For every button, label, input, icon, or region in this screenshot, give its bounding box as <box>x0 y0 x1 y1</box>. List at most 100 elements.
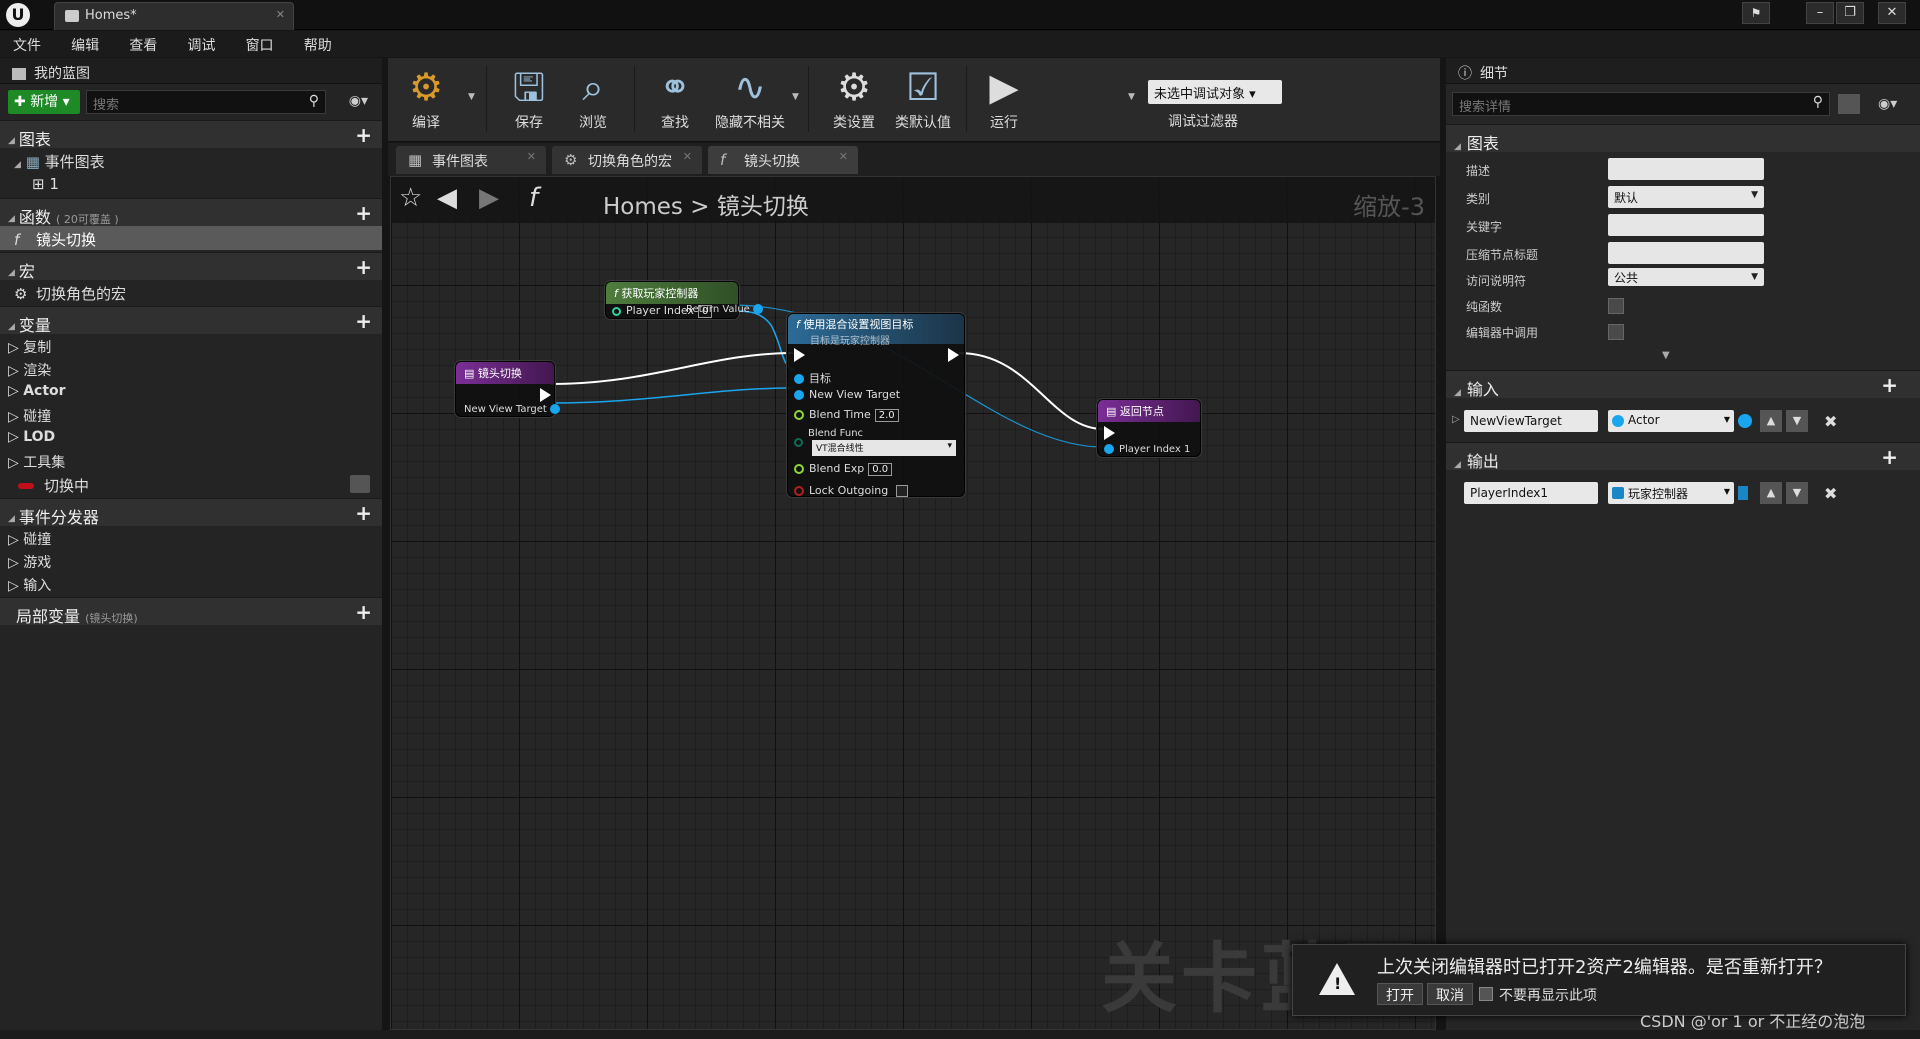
description-input[interactable] <box>1608 158 1764 180</box>
play-options-dropdown[interactable]: ▼ <box>1128 92 1135 102</box>
debug-object-select[interactable]: 未选中调试对象 ▾ <box>1148 80 1282 104</box>
blend-exp-input[interactable]: 0.0 <box>868 463 893 476</box>
hide-unrelated-dropdown[interactable]: ▼ <box>792 92 799 102</box>
close-icon[interactable]: ✕ <box>839 150 848 163</box>
input-name-field[interactable]: NewViewTarget <box>1464 410 1598 432</box>
exec-input-pin[interactable] <box>1104 426 1115 440</box>
compact-title-input[interactable] <box>1608 242 1764 264</box>
compile-options-dropdown[interactable]: ▼ <box>468 92 475 102</box>
pin-target[interactable]: 目标 <box>794 370 831 386</box>
play-button[interactable]: ▶ 运行 <box>974 62 1034 138</box>
menu-window[interactable]: 窗口 <box>233 31 287 59</box>
cancel-button[interactable]: 取消 <box>1427 983 1473 1005</box>
node-set-view-target-with-blend[interactable]: f 使用混合设置视图目标 目标是玩家控制器 目标 New View Target … <box>787 313 965 497</box>
add-function-button[interactable]: + <box>355 201 372 225</box>
view-options-eye-icon[interactable]: ◉▾ <box>349 93 368 109</box>
exec-output-pin[interactable] <box>948 348 959 362</box>
menu-file[interactable]: 文件 <box>0 31 54 59</box>
add-graph-button[interactable]: + <box>355 123 372 147</box>
exec-output-pin[interactable] <box>540 388 551 402</box>
output-name-field[interactable]: PlayerIndex1 <box>1464 482 1598 504</box>
pure-checkbox[interactable] <box>1608 298 1624 314</box>
open-button[interactable]: 打开 <box>1377 983 1423 1005</box>
pin-blend-exp[interactable]: Blend Exp 0.0 <box>794 462 893 476</box>
compile-button[interactable]: ⚙ 编译 <box>396 62 456 138</box>
var-group-lod[interactable]: ▷ LOD <box>0 426 382 449</box>
variable-item-switching[interactable]: 切换中 <box>0 472 382 496</box>
event-graph-child-item[interactable]: ⊞ 1 <box>0 172 382 196</box>
document-tab-homes[interactable]: Homes* ✕ <box>54 2 294 30</box>
expand-input-arrow-icon[interactable]: ▷ <box>1452 414 1460 425</box>
close-icon[interactable]: ✕ <box>276 8 285 21</box>
add-macro-button[interactable]: + <box>355 255 372 279</box>
access-specifier-select[interactable]: 公共 <box>1608 268 1764 286</box>
menu-edit[interactable]: 编辑 <box>58 31 112 59</box>
category-event-dispatchers[interactable]: ◢ 事件分发器 + <box>0 498 382 527</box>
add-output-button[interactable]: + <box>1881 445 1898 469</box>
property-matrix-icon[interactable] <box>1838 94 1860 114</box>
call-in-editor-checkbox[interactable] <box>1608 324 1624 340</box>
var-group-replication[interactable]: ▷ 复制 <box>0 334 382 357</box>
node-return[interactable]: ▤ 返回节点 Player Index 1 <box>1097 399 1201 457</box>
expand-advanced-chevron-icon[interactable]: ▼ <box>1662 350 1670 361</box>
pin-new-view-target[interactable]: New View Target <box>794 388 900 401</box>
save-button[interactable]: 🖫 保存 <box>504 62 554 138</box>
add-variable-button[interactable]: + <box>355 309 372 333</box>
tab-camera-switch[interactable]: f 镜头切换 ✕ <box>708 146 858 174</box>
details-category-graph[interactable]: ◢ 图表 <box>1446 124 1920 153</box>
tab-event-graph[interactable]: ▦ 事件图表 ✕ <box>396 146 546 174</box>
var-group-rendering[interactable]: ▷ 渲染 <box>0 357 382 380</box>
view-options-eye-icon[interactable]: ◉▾ <box>1878 96 1897 112</box>
category-graphs[interactable]: ◢ 图表 + <box>0 120 382 149</box>
blend-func-select[interactable]: VT混合线性 ▾ <box>812 440 956 456</box>
close-icon[interactable]: ✕ <box>527 150 536 163</box>
keywords-input[interactable] <box>1608 214 1764 236</box>
node-function-entry[interactable]: ▤ 镜头切换 New View Target <box>455 361 561 417</box>
category-macros[interactable]: ◢ 宏 + <box>0 252 382 281</box>
blend-time-input[interactable]: 2.0 <box>874 409 899 422</box>
container-type-icon[interactable] <box>1738 414 1752 428</box>
pin-lock-outgoing[interactable]: Lock Outgoing <box>794 484 909 497</box>
var-group-utilities[interactable]: ▷ 工具集 <box>0 449 382 472</box>
tab-switch-character-macro[interactable]: ⚙ 切换角色的宏 ✕ <box>552 146 702 174</box>
menu-help[interactable]: 帮助 <box>291 31 345 59</box>
pin-new-view-target[interactable]: New View Target <box>464 404 565 415</box>
pin-player-index-1[interactable]: Player Index 1 <box>1104 444 1190 455</box>
minimize-button[interactable]: – <box>1806 2 1834 24</box>
exec-input-pin[interactable] <box>794 348 805 362</box>
disp-group-collision[interactable]: ▷ 碰撞 <box>0 526 382 549</box>
blueprint-search-input[interactable]: 搜索 ⚲ <box>86 90 326 114</box>
dont-show-again-checkbox[interactable] <box>1479 987 1493 1001</box>
disp-group-game[interactable]: ▷ 游戏 <box>0 549 382 572</box>
hide-unrelated-button[interactable]: ∿ 隐藏不相关 <box>710 62 790 138</box>
remove-input-icon[interactable]: ✖ <box>1824 412 1837 431</box>
macro-item[interactable]: ⚙ 切换角色的宏 <box>0 280 382 304</box>
lock-outgoing-checkbox[interactable] <box>896 485 909 497</box>
var-group-collision[interactable]: ▷ 碰撞 <box>0 403 382 426</box>
category-select[interactable]: 默认 <box>1608 186 1764 208</box>
input-type-select[interactable]: Actor <box>1608 410 1734 432</box>
menu-view[interactable]: 查看 <box>116 31 170 59</box>
add-dispatcher-button[interactable]: + <box>355 501 372 525</box>
details-category-outputs[interactable]: ◢ 输出 + <box>1446 442 1920 471</box>
add-local-variable-button[interactable]: + <box>355 600 372 624</box>
browse-button[interactable]: ⌕ 浏览 <box>568 62 618 138</box>
variable-visibility-toggle[interactable] <box>350 475 370 493</box>
details-category-inputs[interactable]: ◢ 输入 + <box>1446 370 1920 399</box>
pin-blend-time[interactable]: Blend Time 2.0 <box>794 408 899 422</box>
remove-output-icon[interactable]: ✖ <box>1824 484 1837 503</box>
close-window-button[interactable]: ✕ <box>1878 2 1906 24</box>
add-new-button[interactable]: ✚ 新增 ▾ <box>8 90 80 114</box>
disp-group-input[interactable]: ▷ 输入 <box>0 572 382 595</box>
function-item-camera-switch[interactable]: f 镜头切换 <box>0 226 382 250</box>
move-down-icon[interactable]: ▼ <box>1786 482 1808 504</box>
move-down-icon[interactable]: ▼ <box>1786 410 1808 432</box>
close-icon[interactable]: ✕ <box>683 150 692 163</box>
var-group-actor[interactable]: ▷ Actor <box>0 380 382 403</box>
maximize-button[interactable]: ❐ <box>1836 2 1864 24</box>
menu-debug[interactable]: 调试 <box>174 31 228 59</box>
enum-pin-icon[interactable] <box>794 438 803 447</box>
class-defaults-button[interactable]: ☑ 类默认值 <box>890 62 956 138</box>
move-up-icon[interactable]: ▲ <box>1760 482 1782 504</box>
details-search-input[interactable]: 搜索详情 ⚲ <box>1452 92 1830 116</box>
